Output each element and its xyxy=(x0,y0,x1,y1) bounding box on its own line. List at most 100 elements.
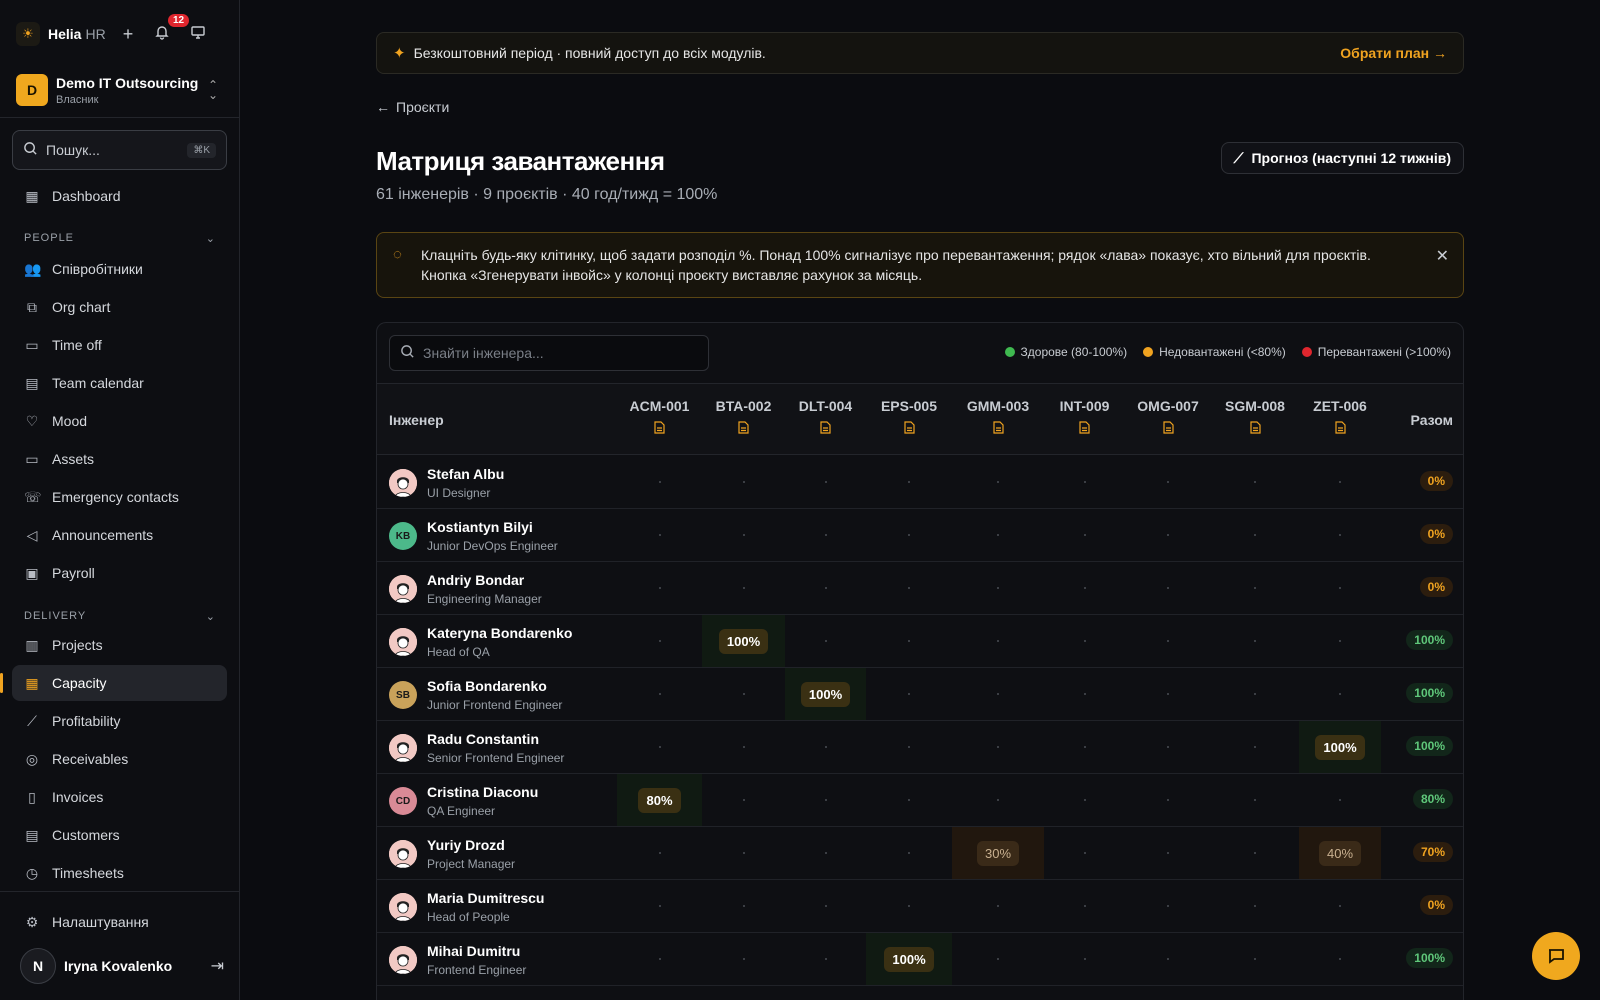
sidebar-search[interactable]: Пошук... ⌘K xyxy=(12,130,227,170)
allocation-cell[interactable] xyxy=(617,562,702,614)
allocation-cell[interactable]: 100% xyxy=(866,933,952,985)
engineer-name[interactable]: Radu Constantin xyxy=(427,731,539,747)
allocation-cell[interactable] xyxy=(1299,615,1381,667)
allocation-cell[interactable] xyxy=(702,668,785,720)
allocation-cell[interactable] xyxy=(617,615,702,667)
generate-invoice-icon[interactable] xyxy=(785,421,866,437)
allocation-cell[interactable] xyxy=(702,774,785,826)
nav-settings[interactable]: ⚙ Налаштування xyxy=(12,904,227,940)
allocation-cell[interactable] xyxy=(866,509,952,561)
allocation-cell[interactable] xyxy=(785,615,866,667)
allocation-cell[interactable] xyxy=(1044,456,1125,508)
engineer-name[interactable]: Andriy Bondar xyxy=(427,572,524,588)
nav-invoices[interactable]: ▯ Invoices xyxy=(12,779,227,815)
section-people[interactable]: PEOPLE ⌄ xyxy=(24,232,216,245)
generate-invoice-icon[interactable] xyxy=(866,421,952,437)
allocation-cell[interactable] xyxy=(952,880,1044,932)
engineer-name[interactable]: Maria Dumitrescu xyxy=(427,890,544,906)
allocation-cell[interactable] xyxy=(702,509,785,561)
allocation-cell[interactable] xyxy=(866,774,952,826)
allocation-cell[interactable] xyxy=(617,668,702,720)
back-to-projects-link[interactable]: ← Проєкти xyxy=(376,99,449,115)
allocation-cell[interactable] xyxy=(1125,562,1211,614)
plus-icon[interactable]: + xyxy=(118,24,138,44)
allocation-cell[interactable] xyxy=(785,933,866,985)
allocation-cell[interactable] xyxy=(785,562,866,614)
nav-emergency-contacts[interactable]: ☏ Emergency contacts xyxy=(12,479,227,515)
allocation-cell[interactable] xyxy=(1211,668,1299,720)
allocation-cell[interactable] xyxy=(952,774,1044,826)
allocation-cell[interactable] xyxy=(1211,456,1299,508)
allocation-cell[interactable] xyxy=(617,827,702,879)
allocation-cell[interactable] xyxy=(1044,509,1125,561)
allocation-cell[interactable] xyxy=(1044,562,1125,614)
engineer-name[interactable]: Mihai Dumitru xyxy=(427,943,520,959)
generate-invoice-icon[interactable] xyxy=(617,421,702,437)
allocation-cell[interactable] xyxy=(1044,827,1125,879)
allocation-cell[interactable] xyxy=(1125,668,1211,720)
allocation-cell[interactable] xyxy=(952,615,1044,667)
allocation-cell[interactable] xyxy=(866,668,952,720)
generate-invoice-icon[interactable] xyxy=(952,421,1044,437)
allocation-cell[interactable] xyxy=(1299,562,1381,614)
allocation-cell[interactable] xyxy=(1211,827,1299,879)
nav-projects[interactable]: ▥ Projects xyxy=(12,627,227,663)
allocation-cell[interactable] xyxy=(785,509,866,561)
allocation-cell[interactable] xyxy=(866,562,952,614)
allocation-cell[interactable] xyxy=(617,880,702,932)
nav-team-calendar[interactable]: ▤ Team calendar xyxy=(12,365,227,401)
engineer-name[interactable]: Yuriy Drozd xyxy=(427,837,505,853)
allocation-cell[interactable] xyxy=(952,562,1044,614)
allocation-cell[interactable] xyxy=(785,456,866,508)
allocation-cell[interactable]: 40% xyxy=(1299,827,1381,879)
nav-dashboard[interactable]: ▦ Dashboard xyxy=(12,178,227,214)
engineer-name[interactable]: Sofia Bondarenko xyxy=(427,678,547,694)
allocation-cell[interactable] xyxy=(617,721,702,773)
allocation-cell[interactable] xyxy=(1211,880,1299,932)
allocation-cell[interactable] xyxy=(785,721,866,773)
allocation-cell[interactable] xyxy=(866,615,952,667)
nav-capacity[interactable]: ▦ Capacity xyxy=(0,665,227,701)
allocation-cell[interactable]: 100% xyxy=(785,668,866,720)
allocation-cell[interactable] xyxy=(1211,933,1299,985)
allocation-cell[interactable] xyxy=(866,456,952,508)
allocation-cell[interactable] xyxy=(1125,456,1211,508)
allocation-cell[interactable] xyxy=(952,721,1044,773)
allocation-cell[interactable] xyxy=(1299,774,1381,826)
user-profile[interactable]: N Iryna Kovalenko ⇥ xyxy=(20,948,224,984)
nav-profitability[interactable]: ⟋ Profitability xyxy=(12,703,227,739)
nav-customers[interactable]: ▤ Customers xyxy=(12,817,227,853)
allocation-cell[interactable] xyxy=(1044,668,1125,720)
engineer-name[interactable]: Kateryna Bondarenko xyxy=(427,625,572,641)
allocation-cell[interactable] xyxy=(1125,721,1211,773)
nav-assets[interactable]: ▭ Assets xyxy=(12,441,227,477)
generate-invoice-icon[interactable] xyxy=(1299,421,1381,437)
chat-button[interactable] xyxy=(1532,932,1580,980)
allocation-cell[interactable] xyxy=(1211,721,1299,773)
allocation-cell[interactable] xyxy=(1299,880,1381,932)
allocation-cell[interactable] xyxy=(1044,774,1125,826)
allocation-cell[interactable] xyxy=(1125,933,1211,985)
allocation-cell[interactable] xyxy=(1044,721,1125,773)
bell-icon[interactable] xyxy=(152,24,172,44)
nav-time-off[interactable]: ▭ Time off xyxy=(12,327,227,363)
logout-icon[interactable]: ⇥ xyxy=(211,956,224,976)
monitor-icon[interactable] xyxy=(188,24,208,44)
allocation-cell[interactable] xyxy=(866,880,952,932)
allocation-cell[interactable] xyxy=(1125,880,1211,932)
allocation-cell[interactable] xyxy=(1044,880,1125,932)
engineer-search-input[interactable] xyxy=(423,345,698,361)
section-delivery[interactable]: DELIVERY ⌄ xyxy=(24,610,216,623)
nav-org-chart[interactable]: ⧉ Org chart xyxy=(12,289,227,325)
allocation-cell[interactable] xyxy=(1299,509,1381,561)
nav-announcements[interactable]: ◁ Announcements xyxy=(12,517,227,553)
nav-timesheets[interactable]: ◷ Timesheets xyxy=(12,855,227,891)
allocation-cell[interactable] xyxy=(702,827,785,879)
allocation-cell[interactable] xyxy=(785,880,866,932)
allocation-cell[interactable] xyxy=(785,827,866,879)
allocation-cell[interactable] xyxy=(1125,827,1211,879)
allocation-cell[interactable] xyxy=(866,721,952,773)
allocation-cell[interactable] xyxy=(952,509,1044,561)
allocation-cell[interactable] xyxy=(866,827,952,879)
generate-invoice-icon[interactable] xyxy=(702,421,785,437)
